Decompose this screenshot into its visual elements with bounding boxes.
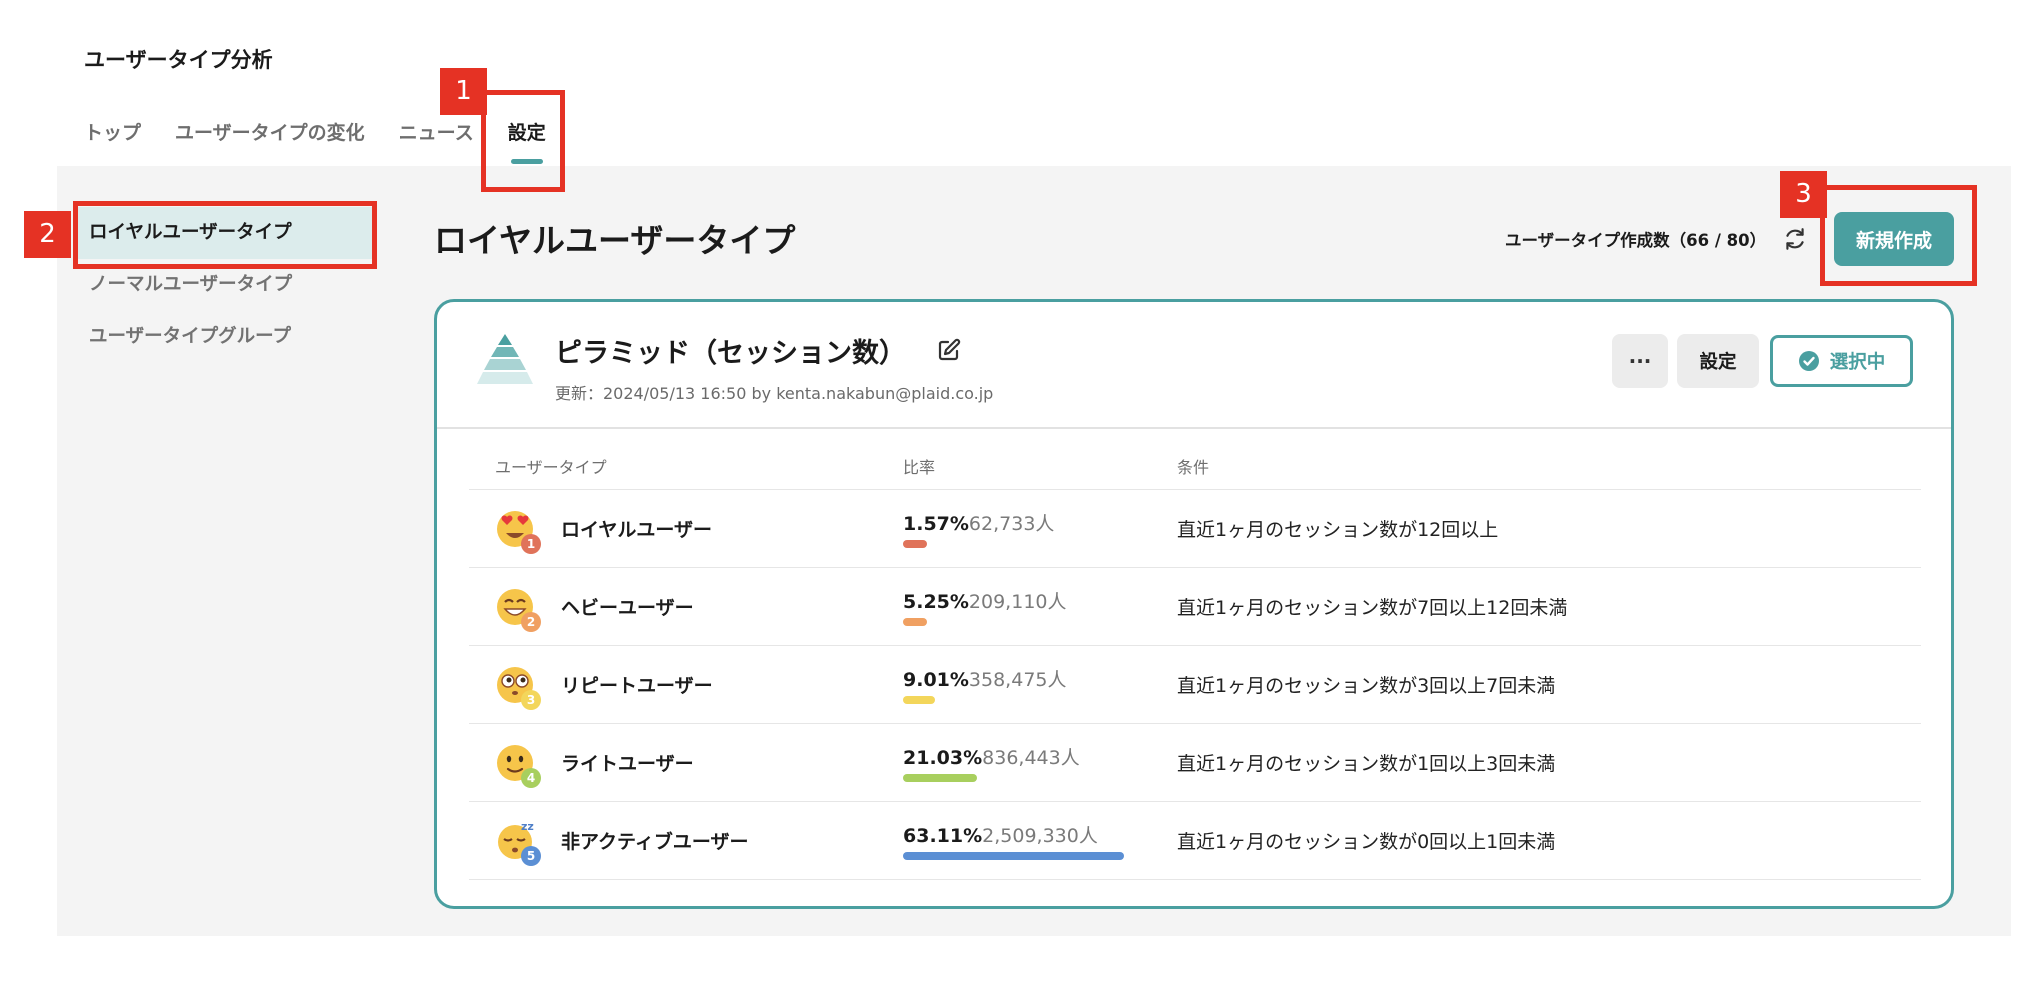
ratio-cell: 5.25%209,110人: [903, 587, 1177, 626]
rank-badge: 5: [521, 845, 541, 866]
annotation-box-sidebar: [73, 201, 377, 269]
selected-label: 選択中: [1829, 352, 1886, 373]
svg-text:zz: zz: [521, 820, 534, 833]
rank-badge: 1: [521, 533, 541, 554]
ratio-persons: 62,733人: [968, 513, 1055, 535]
table-header: ユーザータイプ 比率 条件: [469, 442, 1921, 490]
condition-cell: 直近1ヶ月のセッション数が7回以上12回未満: [1177, 597, 1568, 619]
ratio-percent: 1.57%: [903, 513, 969, 535]
grinning-emoji-icon: 2: [495, 586, 541, 632]
sidebar-item-user-type-group[interactable]: ユーザータイプグループ: [75, 311, 375, 363]
app-title: ユーザータイプ分析: [84, 48, 273, 72]
user-type-table: ユーザータイプ 比率 条件 1 ロイヤルユーザー 1.57%62,733人 直近…: [469, 442, 1921, 880]
heart-eyes-emoji-icon: 1: [495, 508, 541, 554]
card-title: ピラミッド（セッション数）: [555, 338, 906, 369]
ratio-bar: [903, 696, 935, 704]
updated-info: 更新：2024/05/13 16:50 by kenta.nakabun@pla…: [555, 384, 994, 403]
table-row[interactable]: zz 5 非アクティブユーザー 63.11%2,509,330人 直近1ヶ月のセ…: [469, 802, 1921, 880]
rank-badge: 3: [521, 689, 541, 710]
ratio-persons: 209,110人: [968, 591, 1067, 613]
ratio-persons: 2,509,330人: [982, 825, 1098, 847]
ratio-bar: [903, 618, 927, 626]
rank-badge: 4: [521, 767, 541, 788]
selected-button[interactable]: 選択中: [1770, 335, 1913, 387]
annotation-number: 3: [1780, 171, 1827, 218]
table-row[interactable]: 4 ライトユーザー 21.03%836,443人 直近1ヶ月のセッション数が1回…: [469, 724, 1921, 802]
condition-cell: 直近1ヶ月のセッション数が3回以上7回未満: [1177, 675, 1556, 697]
column-header-ratio: 比率: [903, 457, 936, 477]
user-type-card: ピラミッド（セッション数） 更新：2024/05/13 16:50 by ken…: [434, 299, 1954, 909]
table-row[interactable]: 3 リピートユーザー 9.01%358,475人 直近1ヶ月のセッション数が3回…: [469, 646, 1921, 724]
condition-cell: 直近1ヶ月のセッション数が12回以上: [1177, 519, 1499, 541]
type-cell: zz 5 非アクティブユーザー: [469, 820, 903, 866]
ratio-cell: 9.01%358,475人: [903, 665, 1177, 704]
condition-cell: 直近1ヶ月のセッション数が1回以上3回未満: [1177, 753, 1556, 775]
ratio-bar: [903, 774, 977, 782]
type-name: ヘビーユーザー: [561, 597, 694, 619]
type-name: 非アクティブユーザー: [561, 831, 749, 853]
column-header-type: ユーザータイプ: [495, 457, 607, 477]
annotation-box-settings-tab: [481, 90, 565, 192]
type-name: リピートユーザー: [561, 675, 713, 697]
annotation-number: 2: [24, 211, 71, 258]
table-row[interactable]: 2 ヘビーユーザー 5.25%209,110人 直近1ヶ月のセッション数が7回以…: [469, 568, 1921, 646]
card-settings-button[interactable]: 設定: [1677, 334, 1759, 388]
tab-news[interactable]: ニュース: [399, 120, 474, 164]
annotation-number: 1: [440, 68, 487, 115]
ratio-bar: [903, 540, 927, 548]
ratio-persons: 358,475人: [968, 669, 1067, 691]
type-cell: 2 ヘビーユーザー: [469, 586, 903, 632]
user-type-count: ユーザータイプ作成数（66 / 80）: [1505, 231, 1767, 250]
refresh-icon[interactable]: [1782, 226, 1808, 252]
edit-icon[interactable]: [937, 338, 961, 362]
ratio-percent: 9.01%: [903, 669, 969, 691]
ratio-percent: 21.03%: [903, 747, 983, 769]
table-row[interactable]: 1 ロイヤルユーザー 1.57%62,733人 直近1ヶ月のセッション数が12回…: [469, 490, 1921, 568]
type-cell: 1 ロイヤルユーザー: [469, 508, 903, 554]
tab-top[interactable]: トップ: [84, 120, 141, 164]
page-title: ロイヤルユーザータイプ: [434, 221, 796, 260]
rank-badge: 2: [521, 611, 541, 632]
slight-smile-emoji-icon: 4: [495, 742, 541, 788]
type-cell: 3 リピートユーザー: [469, 664, 903, 710]
check-circle-icon: [1798, 351, 1819, 371]
ratio-bar: [903, 852, 1124, 860]
card-divider: [437, 427, 1951, 429]
annotation-box-new-button: [1820, 185, 1977, 286]
type-name: ライトユーザー: [561, 753, 694, 775]
ratio-percent: 5.25%: [903, 591, 969, 613]
type-name: ロイヤルユーザー: [561, 519, 713, 541]
tab-bar: トップ ユーザータイプの変化 ニュース 設定: [84, 120, 546, 164]
ratio-cell: 21.03%836,443人: [903, 743, 1177, 782]
ratio-persons: 836,443人: [982, 747, 1080, 769]
more-options-button[interactable]: ···: [1612, 334, 1668, 388]
sleeping-emoji-icon: zz 5: [495, 820, 541, 866]
condition-cell: 直近1ヶ月のセッション数が0回以上1回未満: [1177, 831, 1556, 853]
pyramid-icon: [477, 334, 533, 384]
ratio-percent: 63.11%: [903, 825, 983, 847]
ratio-cell: 63.11%2,509,330人: [903, 821, 1177, 860]
tab-type-change[interactable]: ユーザータイプの変化: [175, 120, 365, 164]
ratio-cell: 1.57%62,733人: [903, 509, 1177, 548]
column-header-condition: 条件: [1177, 457, 1210, 477]
type-cell: 4 ライトユーザー: [469, 742, 903, 788]
dizzy-eyes-emoji-icon: 3: [495, 664, 541, 710]
